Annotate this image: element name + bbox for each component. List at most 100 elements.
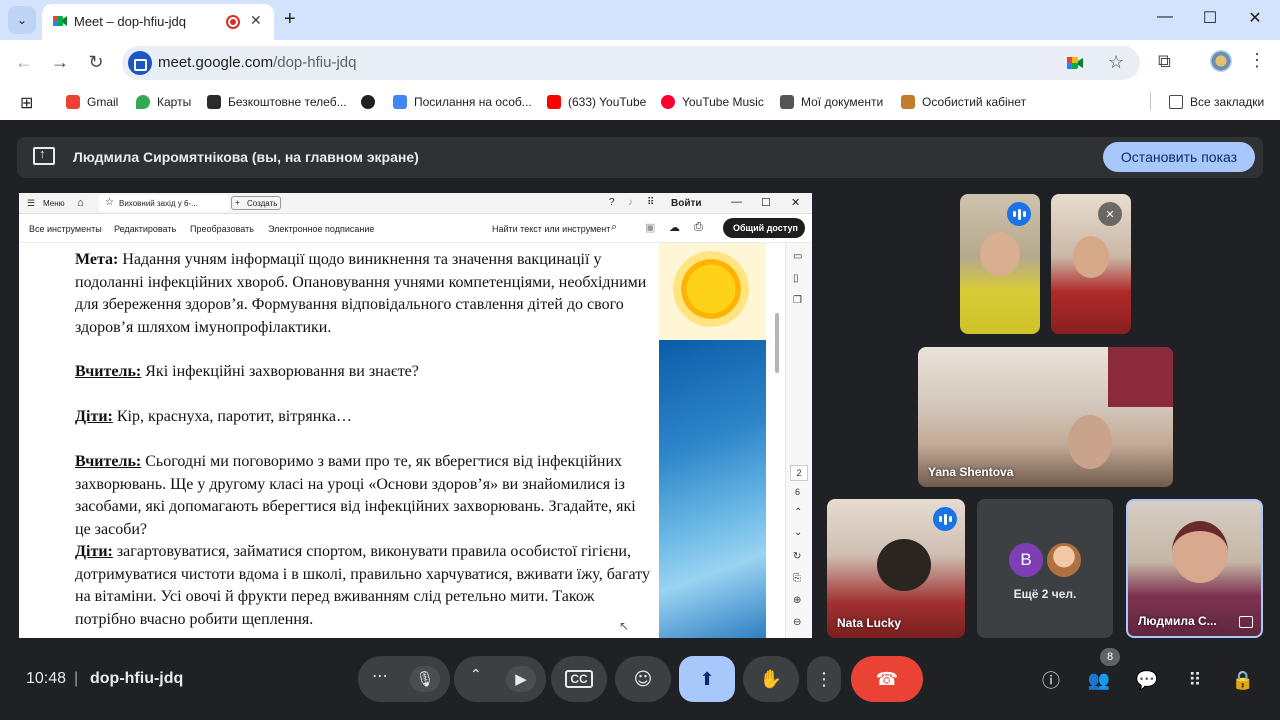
profile-avatar[interactable] xyxy=(1210,50,1232,72)
print-icon[interactable]: ⎙ xyxy=(694,221,703,234)
apps-icon[interactable]: ⠿ xyxy=(647,197,654,208)
bookmark-star-icon[interactable]: ☆ xyxy=(1108,52,1124,73)
more-options-icon[interactable]: ⋯ xyxy=(372,666,388,685)
bookmark-maps[interactable]: Карты xyxy=(136,92,191,112)
people-icon[interactable]: 👥 xyxy=(1085,666,1113,694)
pip-icon[interactable] xyxy=(1239,616,1253,628)
bookmark-youtube-music[interactable]: YouTube Music xyxy=(661,92,764,112)
menu-label[interactable]: Меню xyxy=(43,199,65,208)
leave-call-button[interactable]: ☎ xyxy=(851,656,923,702)
url-text[interactable]: meet.google.com/dop-hfiu-jdq xyxy=(158,54,356,71)
app-maximize-icon[interactable]: ☐ xyxy=(761,196,771,209)
camera-icon[interactable] xyxy=(1066,55,1084,71)
participant-tile-yana[interactable]: Yana Shentova xyxy=(918,347,1173,487)
zoom-out-icon[interactable]: ⊖ xyxy=(793,617,801,628)
bookmark-icon[interactable]: ▯ xyxy=(793,273,799,284)
upload-icon[interactable]: ☁ xyxy=(669,221,680,234)
participant-video xyxy=(1073,236,1109,278)
page-down-icon[interactable]: ⌄ xyxy=(794,527,802,538)
document-icon xyxy=(780,95,794,109)
meeting-info-icon[interactable]: ⓘ xyxy=(1037,666,1065,694)
help-icon[interactable]: ? xyxy=(609,197,615,208)
participant-tile-nata[interactable]: Nata Lucky xyxy=(827,499,965,638)
clock: 10:48 xyxy=(26,670,67,687)
tool-all[interactable]: Все инструменты xyxy=(29,224,102,234)
raise-hand-button[interactable]: ✋ xyxy=(743,656,799,702)
save-icon[interactable]: ▣ xyxy=(645,221,655,234)
signin-button[interactable]: Войти xyxy=(671,198,702,209)
activities-icon[interactable]: ⠿ xyxy=(1181,666,1209,694)
bell-icon[interactable]: ♪ xyxy=(628,197,633,208)
participant-video xyxy=(877,539,931,591)
pages-icon[interactable]: ❐ xyxy=(793,295,802,306)
bookmark-my-docs[interactable]: Мої документи xyxy=(780,92,883,112)
folder-icon xyxy=(1169,95,1183,109)
comment-icon[interactable]: ▭ xyxy=(793,251,802,262)
apps-grid-icon[interactable]: ⊞ xyxy=(20,93,33,113)
participant-tile[interactable] xyxy=(960,194,1040,334)
zoom-in-icon[interactable]: ⊕ xyxy=(793,595,801,606)
more-button[interactable]: ⋮ xyxy=(807,656,841,702)
home-icon[interactable]: ⌂ xyxy=(77,197,84,209)
teacher-label: Вчитель: xyxy=(75,453,142,470)
forward-icon[interactable]: → xyxy=(48,52,72,72)
document-scrollbar[interactable] xyxy=(775,313,779,373)
bookmark-globe[interactable] xyxy=(361,92,382,112)
all-bookmarks[interactable]: Все закладки xyxy=(1169,92,1264,112)
page-number-input[interactable]: 2 xyxy=(790,465,808,481)
extensions-icon[interactable]: ⧉ xyxy=(1158,51,1171,72)
tab-meet[interactable]: Meet – dop-hfiu-jdq ✕ xyxy=(42,4,274,40)
emoji-icon: ☺ xyxy=(633,668,653,690)
captions-button[interactable]: CC xyxy=(551,656,607,702)
recording-icon xyxy=(226,15,240,29)
maximize-icon[interactable]: ☐ xyxy=(1195,8,1225,28)
participant-tile[interactable]: ✕ xyxy=(1051,194,1131,334)
bookmark-gmail[interactable]: Gmail xyxy=(66,92,118,112)
bookmark-cabinet[interactable]: Особистий кабінет xyxy=(901,92,1026,112)
app-close-icon[interactable]: ✕ xyxy=(791,196,800,209)
more-participants-tile[interactable]: B Ещё 2 чел. xyxy=(977,499,1113,638)
microphone-icon[interactable]: 🎙 xyxy=(410,666,440,692)
app-minimize-icon[interactable]: — xyxy=(731,196,742,208)
camera-icon[interactable]: ▶ xyxy=(506,666,536,692)
star-icon[interactable]: ☆ xyxy=(105,197,114,208)
close-tab-icon[interactable]: ✕ xyxy=(250,12,262,29)
chat-icon[interactable]: 💬 xyxy=(1133,666,1161,694)
reload-icon[interactable]: ↻ xyxy=(84,52,108,72)
minimize-icon[interactable]: — xyxy=(1150,8,1180,26)
address-bar[interactable]: meet.google.com/dop-hfiu-jdq ☆ xyxy=(122,46,1140,80)
tool-convert[interactable]: Преобразовать xyxy=(190,224,254,234)
search-icon[interactable]: ⌕ xyxy=(611,221,617,234)
bookmark-docs[interactable]: Посилання на особ... xyxy=(393,92,532,112)
chevron-up-icon[interactable]: ⌃ xyxy=(470,667,482,683)
paragraph-teacher-2: Вчитель: Сьогодні ми поговоримо з вами п… xyxy=(75,453,636,538)
participant-name: Nata Lucky xyxy=(837,616,902,630)
stop-presenting-button[interactable]: Остановить показ xyxy=(1103,142,1255,172)
tool-edit[interactable]: Редактировать xyxy=(114,224,176,234)
self-view-tile[interactable]: Людмила С... xyxy=(1126,499,1263,638)
new-tab-button[interactable]: + xyxy=(284,8,296,30)
camera-control-group: ⌃ ▶ xyxy=(454,656,546,702)
paragraph-kids-2: Діти: загартовуватися, займатися спортом… xyxy=(75,543,650,628)
tab-search-button[interactable]: ⌄ xyxy=(8,6,36,34)
more-vert-icon[interactable]: ⋮ xyxy=(1248,50,1266,71)
page-up-icon[interactable]: ⌃ xyxy=(794,507,802,518)
site-info-icon[interactable] xyxy=(128,51,152,75)
present-button[interactable]: ⬆ xyxy=(679,656,735,702)
more-participants-label: Ещё 2 чел. xyxy=(1013,587,1077,601)
bookmark-tv[interactable]: Безкоштовне телеб... xyxy=(207,92,347,112)
close-window-icon[interactable]: ✕ xyxy=(1240,8,1270,28)
tool-esign[interactable]: Электронное подписание xyxy=(268,224,374,234)
paragraph-goal: Мета: Надання учням інформації щодо вини… xyxy=(75,251,647,336)
rotate-icon[interactable]: ↻ xyxy=(793,551,801,562)
speaking-indicator-icon xyxy=(1007,202,1031,226)
back-icon[interactable]: ← xyxy=(12,52,36,72)
menu-icon[interactable]: ☰ xyxy=(27,198,35,209)
find-tool-label[interactable]: Найти текст или инструмент xyxy=(492,224,610,234)
bookmark-youtube[interactable]: (633) YouTube xyxy=(547,92,646,112)
extract-icon[interactable]: ⎘ xyxy=(793,573,801,584)
tab-title: Meet – dop-hfiu-jdq xyxy=(74,14,187,29)
document-page: Мета: Надання учням інформації щодо вини… xyxy=(19,243,659,638)
reactions-button[interactable]: ☺ xyxy=(615,656,671,702)
host-controls-icon[interactable]: 🔒 xyxy=(1229,666,1257,694)
